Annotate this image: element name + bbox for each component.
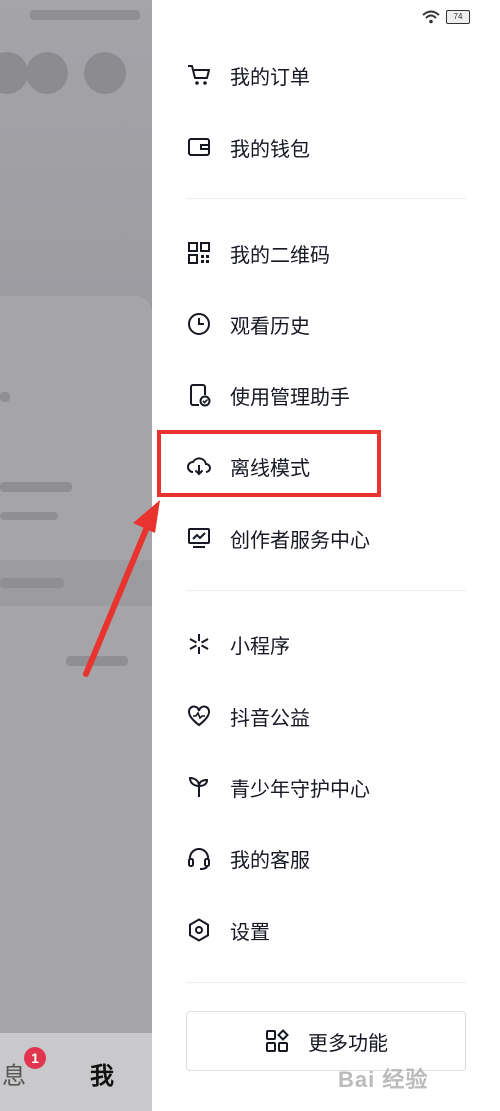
- grid-icon: [266, 1029, 289, 1052]
- menu-item-customer-service[interactable]: 我的客服: [186, 836, 310, 880]
- menu-item-label: 我的订单: [230, 66, 310, 89]
- menu-item-wallet[interactable]: 我的钱包: [186, 125, 310, 169]
- blurred-text: [0, 392, 10, 402]
- divider: [186, 198, 466, 199]
- messages-badge: 1: [24, 1047, 46, 1069]
- blurred-text: [30, 10, 140, 20]
- blurred-text: [0, 512, 58, 520]
- headset-icon: [188, 848, 210, 870]
- blurred-text: [0, 578, 64, 588]
- menu-item-label: 我的二维码: [230, 244, 330, 267]
- menu-item-label: 观看历史: [230, 315, 310, 338]
- highlight-box: [157, 430, 381, 497]
- menu-item-usage-assistant[interactable]: 使用管理助手: [186, 373, 350, 417]
- background-top: [0, 0, 152, 300]
- wallet-icon: [188, 138, 210, 156]
- blurred-text: [0, 482, 72, 492]
- background-overlay[interactable]: [0, 0, 152, 1111]
- background-card: [0, 296, 152, 1076]
- phone-check-icon: [190, 384, 211, 407]
- battery-icon: 74: [446, 10, 470, 24]
- clock-icon: [188, 313, 210, 335]
- menu-item-history[interactable]: 观看历史: [186, 302, 310, 346]
- menu-item-label: 抖音公益: [230, 707, 310, 730]
- menu-item-label: 我的客服: [230, 849, 310, 872]
- divider: [186, 590, 466, 591]
- blurred-icon: [26, 52, 68, 94]
- spark-icon: [189, 634, 209, 654]
- qr-code-icon: [188, 242, 210, 264]
- menu-item-orders[interactable]: 我的订单: [186, 53, 310, 97]
- menu-item-label: 青少年守护中心: [230, 778, 370, 801]
- heart-pulse-icon: [188, 705, 210, 727]
- more-features-label: 更多功能: [308, 1032, 388, 1055]
- blurred-text: [66, 656, 128, 666]
- menu-item-creator-center[interactable]: 创作者服务中心: [186, 516, 370, 560]
- sprout-icon: [188, 776, 209, 797]
- status-bar: 74: [422, 10, 470, 24]
- menu-item-label: 设置: [230, 921, 270, 944]
- menu-item-qr-code[interactable]: 我的二维码: [186, 231, 330, 275]
- cart-icon: [188, 65, 210, 85]
- menu-item-label: 我的钱包: [230, 138, 310, 161]
- watermark: Bai 经验: [338, 1067, 429, 1092]
- divider: [186, 982, 466, 983]
- menu-item-label: 创作者服务中心: [230, 529, 370, 552]
- menu-item-mini-programs[interactable]: 小程序: [186, 622, 290, 666]
- menu-item-label: 使用管理助手: [230, 386, 350, 409]
- menu-item-charity[interactable]: 抖音公益: [186, 694, 310, 738]
- nav-messages[interactable]: 息: [2, 1056, 26, 1091]
- wifi-icon: [422, 10, 440, 24]
- monitor-chart-icon: [188, 528, 210, 548]
- menu-item-label: 小程序: [230, 635, 290, 658]
- side-drawer: 74 我的订单 我的钱包 我的二维码 观看历史 使用管理助手 离线模式 创作者服…: [152, 0, 500, 1111]
- menu-item-settings[interactable]: 设置: [186, 908, 270, 952]
- menu-item-youth-protection[interactable]: 青少年守护中心: [186, 765, 370, 809]
- nav-me[interactable]: 我: [90, 1056, 114, 1091]
- blurred-icon: [84, 52, 126, 94]
- hexagon-settings-icon: [189, 918, 209, 942]
